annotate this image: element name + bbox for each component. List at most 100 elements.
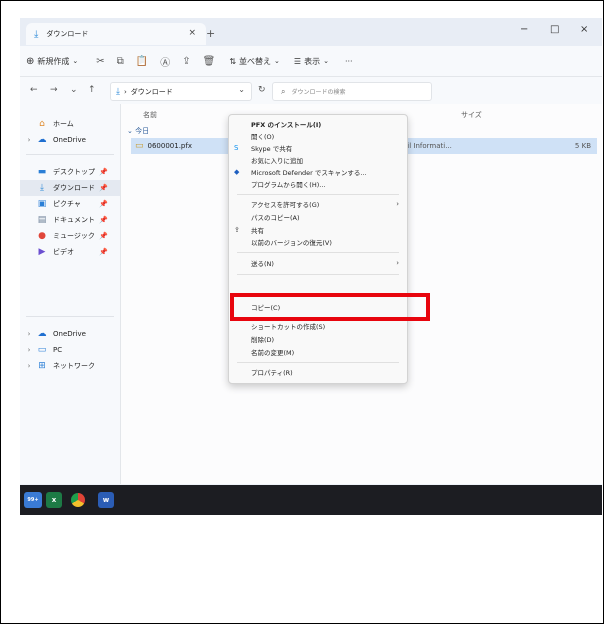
sidebar-item-label: ミュージック bbox=[53, 232, 95, 240]
sort-button[interactable]: ⇅ 並べ替え ⌄ bbox=[229, 56, 280, 67]
word-app-icon[interactable]: w bbox=[98, 492, 114, 508]
sidebar-item-pictures[interactable]: ▣ ピクチャ 📌 bbox=[20, 196, 120, 212]
maximize-button[interactable]: □ bbox=[550, 24, 559, 35]
pin-icon: 📌 bbox=[99, 248, 108, 256]
menu-item-install-pfx[interactable]: PFX のインストール(I) bbox=[229, 118, 407, 129]
menu-item-label: ショートカットの作成(S) bbox=[251, 322, 326, 331]
sidebar-item-onedrive-2[interactable]: › ☁ OneDrive bbox=[20, 326, 120, 342]
menu-separator bbox=[237, 194, 399, 195]
skype-icon: S bbox=[234, 143, 239, 152]
sidebar-item-documents[interactable]: ▤ ドキュメント 📌 bbox=[20, 212, 120, 228]
copy-icon[interactable]: ⧉ bbox=[117, 56, 124, 67]
view-label: 表示 bbox=[304, 56, 321, 66]
menu-item-copy-path[interactable]: パスのコピー(A) bbox=[229, 211, 407, 222]
menu-item-label: お気に入りに追加 bbox=[251, 156, 303, 165]
menu-item-label: プロパティ(R) bbox=[251, 368, 293, 377]
menu-separator bbox=[237, 274, 399, 275]
sidebar-item-pc[interactable]: › ▭ PC bbox=[20, 342, 120, 358]
cut-icon[interactable]: ✂ bbox=[96, 56, 104, 67]
column-header-name[interactable]: 名前 bbox=[143, 110, 157, 120]
badge-count: 99+ bbox=[27, 497, 39, 503]
chrome-app-icon[interactable] bbox=[70, 492, 86, 508]
group-label: 今日 bbox=[135, 127, 150, 135]
menu-item-restore-versions[interactable]: 以前のバージョンの復元(V) bbox=[229, 236, 407, 247]
sidebar-item-desktop[interactable]: ▬ デスクトップ 📌 bbox=[20, 164, 120, 180]
chevron-right-icon[interactable]: › bbox=[23, 136, 35, 144]
sidebar-item-label: ネットワーク bbox=[53, 362, 95, 370]
music-icon: ● bbox=[38, 231, 46, 241]
rename-icon[interactable]: Ⓐ bbox=[160, 54, 170, 69]
sidebar-divider bbox=[26, 316, 114, 317]
sidebar-item-label: ドキュメント bbox=[53, 216, 95, 224]
chevron-down-icon: ⌄ bbox=[274, 57, 280, 65]
tab-downloads[interactable]: ⤓ ダウンロード × bbox=[26, 23, 206, 45]
command-bar: ⊕ 新規作成 ⌄ ✂ ⧉ 📋 Ⓐ ⇪ 🗑 ⇅ 並べ替え ⌄ ☰ 表示 ⌄ ··· bbox=[20, 46, 602, 76]
up-icon[interactable]: ↑ bbox=[88, 85, 96, 95]
pin-icon: 📌 bbox=[99, 168, 108, 176]
paste-icon[interactable]: 📋 bbox=[136, 56, 148, 67]
menu-item-skype-share[interactable]: S Skype で共有 bbox=[229, 142, 407, 153]
menu-item-delete[interactable]: 削除(D) bbox=[229, 333, 407, 344]
recent-chevron-icon[interactable]: ⌄ bbox=[70, 85, 78, 95]
minimize-button[interactable]: − bbox=[520, 24, 528, 35]
view-icon: ☰ bbox=[293, 56, 302, 66]
share-icon[interactable]: ⇪ bbox=[182, 56, 190, 67]
sidebar-item-onedrive[interactable]: › ☁ OneDrive bbox=[20, 132, 120, 148]
menu-item-share[interactable]: ⇪ 共有 bbox=[229, 224, 407, 235]
refresh-icon[interactable]: ↻ bbox=[258, 85, 266, 95]
address-bar-row: ← → ⌄ ↑ ⤓ › ダウンロード ⌄ ↻ ⌕ ダウンロードの検索 bbox=[20, 76, 602, 105]
forward-icon[interactable]: → bbox=[50, 85, 58, 95]
menu-item-give-access[interactable]: アクセスを許可する(G) › bbox=[229, 198, 407, 209]
sidebar-item-downloads[interactable]: ⤓ ダウンロード 📌 bbox=[20, 180, 120, 196]
file-type: ail Informati... bbox=[403, 142, 452, 150]
home-icon: ⌂ bbox=[39, 119, 45, 129]
sidebar-item-home[interactable]: ⌂ ホーム bbox=[20, 116, 120, 132]
breadcrumb-downloads[interactable]: ダウンロード bbox=[131, 87, 173, 97]
menu-item-defender-scan[interactable]: ◆ Microsoft Defender でスキャンする... bbox=[229, 166, 407, 177]
group-header-today[interactable]: ⌄ 今日 bbox=[127, 126, 149, 136]
cloud-icon: ☁ bbox=[37, 329, 47, 339]
menu-separator bbox=[237, 252, 399, 253]
new-button[interactable]: ⊕ 新規作成 ⌄ bbox=[26, 56, 78, 67]
menu-item-open-with[interactable]: プログラムから開く(H)... bbox=[229, 178, 407, 189]
view-button[interactable]: ☰ 表示 ⌄ bbox=[294, 56, 329, 67]
pin-icon: 📌 bbox=[99, 232, 108, 240]
chevron-down-icon[interactable]: ⌄ bbox=[238, 85, 245, 94]
pin-icon: 📌 bbox=[99, 216, 108, 224]
sidebar-item-videos[interactable]: ▶ ビデオ 📌 bbox=[20, 244, 120, 260]
search-icon: ⌕ bbox=[281, 86, 286, 96]
download-icon: ⤓ bbox=[40, 183, 44, 193]
column-header-size[interactable]: サイズ bbox=[461, 110, 482, 120]
chevron-right-icon[interactable]: › bbox=[23, 346, 35, 354]
word-label: w bbox=[102, 496, 110, 504]
network-icon: ⊞ bbox=[38, 361, 46, 371]
menu-item-send-to[interactable]: 送る(N) › bbox=[229, 257, 407, 268]
tab-close-icon[interactable]: × bbox=[188, 28, 196, 38]
chevron-right-icon[interactable]: › bbox=[23, 362, 35, 370]
menu-item-create-shortcut[interactable]: ショートカットの作成(S) bbox=[229, 320, 407, 331]
menu-item-open[interactable]: 開く(O) bbox=[229, 130, 407, 141]
menu-item-properties[interactable]: プロパティ(R) bbox=[229, 366, 407, 377]
sidebar-item-music[interactable]: ● ミュージック 📌 bbox=[20, 228, 120, 244]
file-size: 5 KB bbox=[574, 142, 591, 150]
excel-label: x bbox=[51, 496, 57, 504]
chevron-right-icon: › bbox=[123, 87, 127, 96]
address-bar[interactable]: ⤓ › ダウンロード ⌄ bbox=[110, 82, 252, 101]
more-button[interactable]: ··· bbox=[345, 57, 353, 66]
chevron-right-icon: › bbox=[396, 199, 399, 208]
chevron-right-icon[interactable]: › bbox=[23, 330, 35, 338]
menu-item-rename[interactable]: 名前の変更(M) bbox=[229, 346, 407, 357]
menu-item-add-favorites[interactable]: お気に入りに追加 bbox=[229, 154, 407, 165]
delete-icon[interactable]: 🗑 bbox=[203, 56, 216, 67]
close-button[interactable]: × bbox=[580, 24, 588, 35]
search-input[interactable]: ⌕ ダウンロードの検索 bbox=[272, 82, 432, 101]
sidebar-item-network[interactable]: › ⊞ ネットワーク bbox=[20, 358, 120, 374]
menu-separator bbox=[237, 362, 399, 363]
menu-item-label: アクセスを許可する(G) bbox=[251, 200, 320, 209]
weather-badge[interactable]: 99+ bbox=[24, 492, 42, 508]
new-tab-button[interactable]: + bbox=[206, 27, 215, 40]
menu-item-label: 共有 bbox=[251, 226, 264, 235]
excel-app-icon[interactable]: x bbox=[46, 492, 62, 508]
back-icon[interactable]: ← bbox=[30, 85, 38, 95]
plus-circle-icon: ⊕ bbox=[26, 55, 35, 67]
